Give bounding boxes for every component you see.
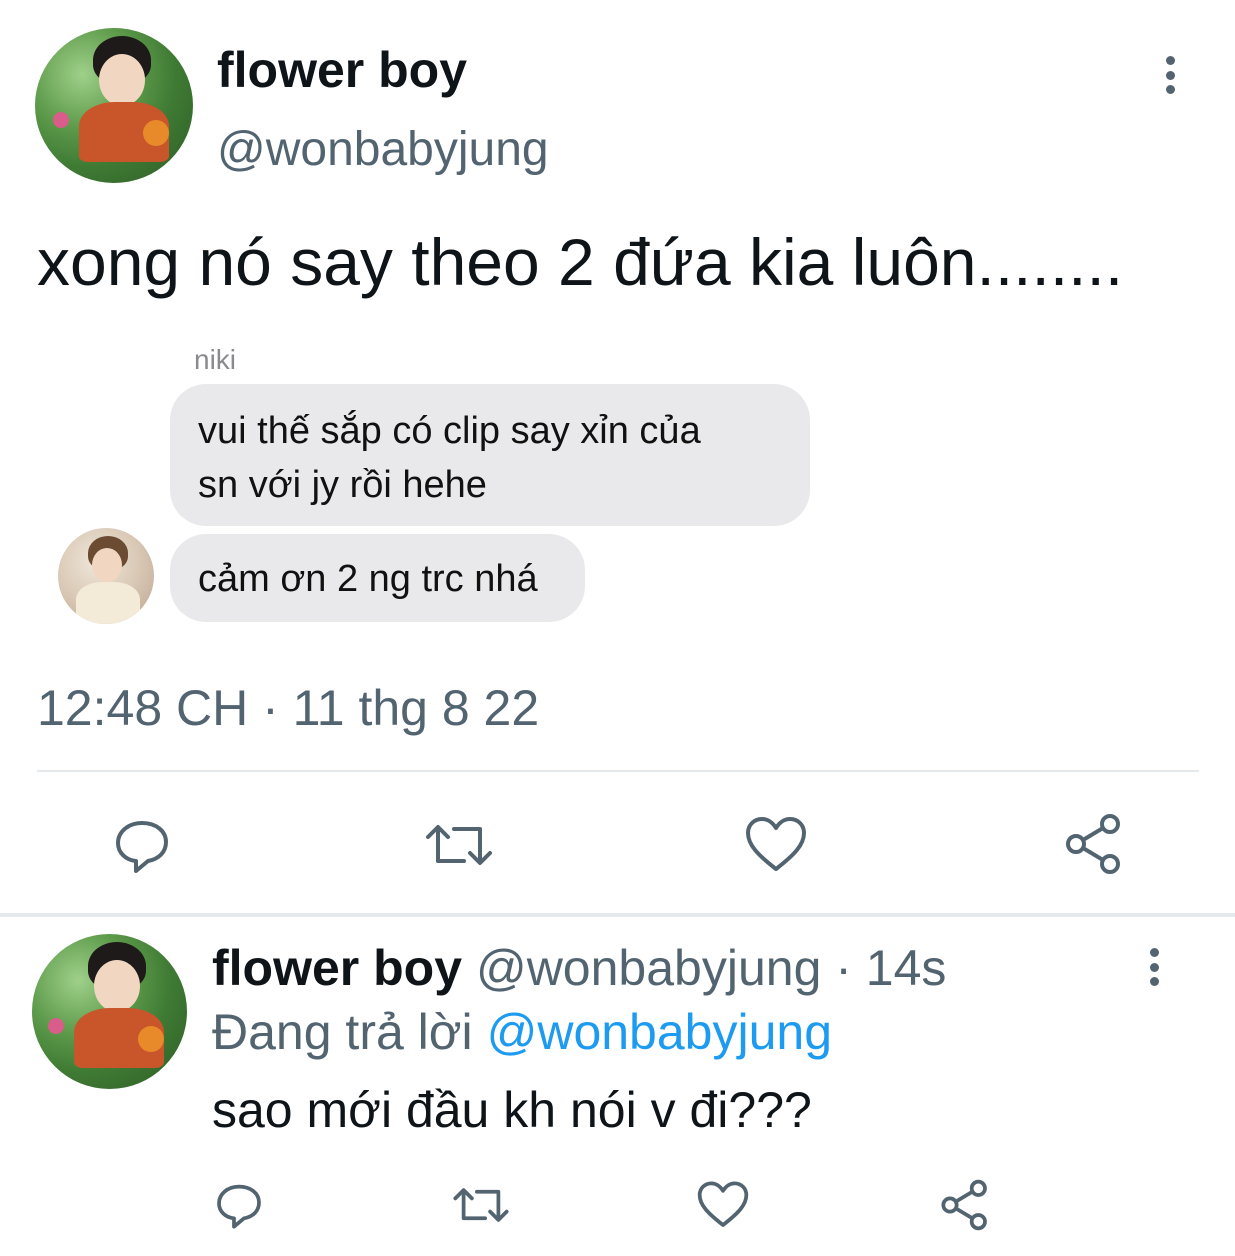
reply-text: sao mới đầu kh nói v đi??? (212, 1082, 812, 1138)
retweet-icon[interactable] (424, 815, 494, 875)
reply-header: flower boy @wonbabyjung · 14s (212, 938, 946, 998)
chat-bubble: vui thế sắp có clip say xỉn của sn với j… (170, 384, 810, 526)
chat-bubble: cảm ơn 2 ng trc nhá (170, 534, 585, 622)
user-handle[interactable]: @wonbabyjung · 14s (476, 940, 946, 996)
replying-to-handle[interactable]: @wonbabyjung (487, 1004, 832, 1060)
tweet-text: xong nó say theo 2 đứa kia luôn........ (37, 225, 1124, 299)
chat-message: vui thế sắp có clip say xỉn của sn với j… (198, 410, 701, 506)
avatar[interactable] (35, 28, 193, 183)
more-options-icon[interactable] (1160, 56, 1180, 94)
replying-to: Đang trả lời @wonbabyjung (212, 1002, 832, 1062)
replying-to-label: Đang trả lời (212, 1004, 473, 1060)
reply-icon[interactable] (112, 815, 172, 875)
share-icon[interactable] (1064, 812, 1124, 876)
divider (37, 770, 1199, 772)
display-name[interactable]: flower boy (217, 40, 467, 100)
avatar[interactable] (32, 934, 187, 1089)
chat-sender-name: niki (194, 344, 237, 375)
like-icon[interactable] (744, 815, 808, 875)
reply-icon[interactable] (214, 1180, 264, 1230)
divider (0, 913, 1235, 917)
retweet-icon[interactable] (452, 1180, 510, 1230)
share-icon[interactable] (940, 1178, 990, 1232)
more-options-icon[interactable] (1144, 948, 1164, 986)
chat-message: cảm ơn 2 ng trc nhá (198, 558, 538, 600)
tweet-timestamp[interactable]: 12:48 CH · 11 thg 8 22 (37, 678, 539, 738)
user-handle[interactable]: @wonbabyjung (217, 120, 549, 180)
like-icon[interactable] (696, 1180, 750, 1230)
chat-avatar (58, 528, 154, 624)
display-name[interactable]: flower boy (212, 940, 462, 996)
